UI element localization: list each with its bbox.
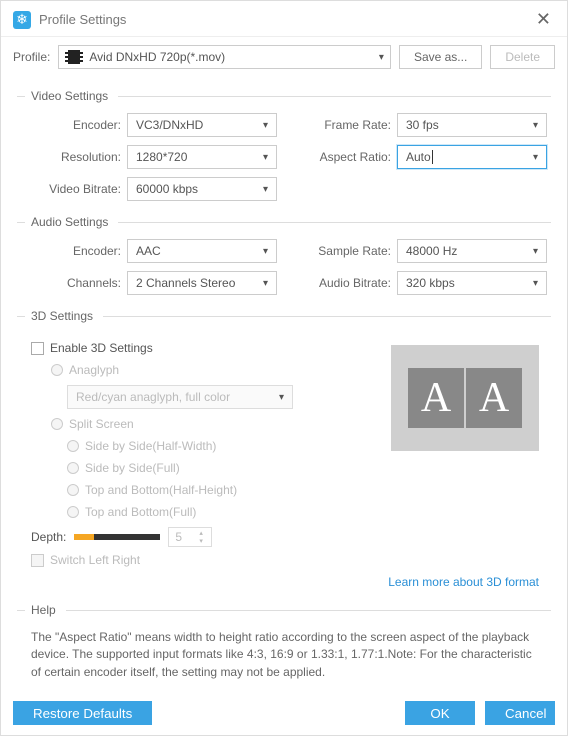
chevron-down-icon: ▾ <box>533 278 538 289</box>
tb-full-label: Top and Bottom(Full) <box>85 505 196 519</box>
switch-lr-checkbox <box>31 554 44 567</box>
window-title: Profile Settings <box>39 12 532 27</box>
anaglyph-label: Anaglyph <box>69 363 119 377</box>
resolution-label: Resolution: <box>17 150 127 164</box>
sample-rate-label: Sample Rate: <box>307 244 397 258</box>
sample-rate-select[interactable]: 48000 Hz▾ <box>397 239 547 263</box>
chevron-down-icon: ▾ <box>263 184 268 195</box>
close-icon[interactable]: ✕ <box>532 9 555 30</box>
profile-label: Profile: <box>13 50 50 64</box>
sbs-half-radio <box>67 440 79 452</box>
audio-settings-header: Audio Settings <box>31 215 108 229</box>
resolution-select[interactable]: 1280*720▾ <box>127 145 277 169</box>
help-header: Help <box>31 603 56 617</box>
audio-encoder-label: Encoder: <box>17 244 127 258</box>
split-screen-radio <box>51 418 63 430</box>
frame-rate-label: Frame Rate: <box>307 118 397 132</box>
channels-select[interactable]: 2 Channels Stereo▾ <box>127 271 277 295</box>
chevron-down-icon: ▾ <box>533 152 538 163</box>
enable-3d-label: Enable 3D Settings <box>50 341 153 355</box>
preview-right-a: A <box>466 368 522 428</box>
aspect-ratio-select[interactable]: Auto▾ <box>397 145 547 169</box>
chevron-down-icon: ▾ <box>263 120 268 131</box>
film-icon <box>65 50 83 64</box>
switch-lr-label: Switch Left Right <box>50 553 140 567</box>
video-bitrate-label: Video Bitrate: <box>17 182 127 196</box>
3d-settings-header: 3D Settings <box>31 309 93 323</box>
sbs-half-label: Side by Side(Half-Width) <box>85 439 216 453</box>
aspect-ratio-label: Aspect Ratio: <box>307 150 397 164</box>
chevron-down-icon: ▾ <box>533 120 538 131</box>
enable-3d-checkbox[interactable] <box>31 342 44 355</box>
depth-slider <box>74 534 160 540</box>
chevron-down-icon: ▾ <box>263 152 268 163</box>
depth-spinner: 5 ▴▾ <box>168 527 212 547</box>
split-screen-label: Split Screen <box>69 417 134 431</box>
audio-bitrate-label: Audio Bitrate: <box>307 276 397 290</box>
channels-label: Channels: <box>17 276 127 290</box>
chevron-down-icon: ▾ <box>263 246 268 257</box>
anaglyph-mode-select: Red/cyan anaglyph, full color ▾ <box>67 385 293 409</box>
audio-encoder-select[interactable]: AAC▾ <box>127 239 277 263</box>
save-as-button[interactable]: Save as... <box>399 45 482 69</box>
chevron-down-icon: ▾ <box>279 392 284 403</box>
cancel-button[interactable]: Cancel <box>485 701 555 725</box>
help-text: The "Aspect Ratio" means width to height… <box>17 627 551 681</box>
learn-more-3d-link[interactable]: Learn more about 3D format <box>388 575 539 589</box>
depth-label: Depth: <box>31 530 66 544</box>
ok-button[interactable]: OK <box>405 701 475 725</box>
restore-defaults-button[interactable]: Restore Defaults <box>13 701 152 725</box>
sbs-full-label: Side by Side(Full) <box>85 461 180 475</box>
video-encoder-select[interactable]: VC3/DNxHD▾ <box>127 113 277 137</box>
video-bitrate-select[interactable]: 60000 kbps▾ <box>127 177 277 201</box>
chevron-down-icon: ▾ <box>533 246 538 257</box>
tb-half-label: Top and Bottom(Half-Height) <box>85 483 237 497</box>
profile-select[interactable]: Avid DNxHD 720p(*.mov) ▾ <box>58 45 391 69</box>
audio-bitrate-select[interactable]: 320 kbps▾ <box>397 271 547 295</box>
delete-button: Delete <box>490 45 555 69</box>
sbs-full-radio <box>67 462 79 474</box>
3d-preview: A A <box>391 345 539 451</box>
preview-left-a: A <box>408 368 464 428</box>
video-encoder-label: Encoder: <box>17 118 127 132</box>
anaglyph-radio <box>51 364 63 376</box>
spinner-down-icon: ▾ <box>199 537 209 545</box>
video-settings-header: Video Settings <box>31 89 108 103</box>
tb-half-radio <box>67 484 79 496</box>
tb-full-radio <box>67 506 79 518</box>
chevron-down-icon: ▾ <box>379 52 384 63</box>
chevron-down-icon: ▾ <box>263 278 268 289</box>
app-icon: ❄ <box>13 11 31 29</box>
profile-value: Avid DNxHD 720p(*.mov) <box>89 50 225 64</box>
spinner-up-icon: ▴ <box>199 529 209 537</box>
frame-rate-select[interactable]: 30 fps▾ <box>397 113 547 137</box>
